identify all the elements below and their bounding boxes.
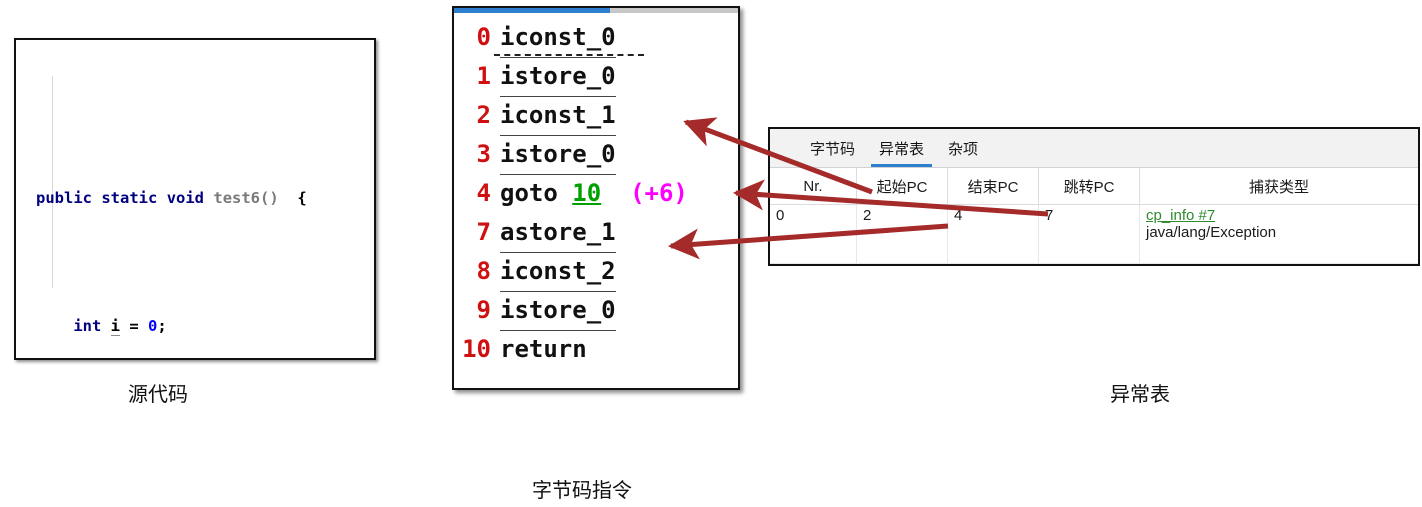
progress-bar	[454, 8, 738, 13]
bytecode-row[interactable]: 9 istore_0	[454, 291, 738, 331]
exception-table-panel: 字节码 异常表 杂项 Nr. 起始PC 结束PC 跳转PC 捕获类型 0 2 4	[768, 127, 1420, 266]
bytecode-pc: 3	[476, 140, 491, 168]
bytecode-opcode: iconst_2	[500, 252, 616, 292]
tab-bytecode[interactable]: 字节码	[798, 138, 867, 167]
bytecode-pc: 9	[476, 296, 491, 324]
column-header-catch-type[interactable]: 捕获类型	[1139, 168, 1418, 205]
dashed-underline-marker	[494, 54, 644, 56]
cell-end-pc: 4	[947, 204, 1039, 264]
bytecode-row[interactable]: 7 astore_1	[454, 213, 738, 253]
cell-handler-pc: 7	[1038, 204, 1140, 264]
source-code-text: public static void test6() { int i = 0; …	[16, 40, 374, 358]
bytecode-row[interactable]: 8 iconst_2	[454, 252, 738, 292]
bytecode-row[interactable]: 10 return	[454, 330, 738, 369]
table-row[interactable]: 0 2 4 7 cp_info #7 java/lang/Exception	[770, 204, 1418, 264]
keyword-int: int	[73, 317, 102, 335]
cell-catch-type: cp_info #7 java/lang/Exception	[1139, 204, 1418, 264]
bytecode-opcode: istore_0	[500, 135, 616, 175]
column-header-end-pc[interactable]: 结束PC	[947, 168, 1039, 205]
source-line-1: public static void test6() {	[16, 182, 374, 214]
operator-equals: =	[129, 317, 139, 335]
caption-exception-table: 异常表	[1110, 382, 1170, 406]
source-line-2: int i = 0;	[16, 310, 374, 342]
column-header-start-pc[interactable]: 起始PC	[856, 168, 948, 205]
bytecode-panel: 0 iconst_0 1 istore_0 2 iconst_1 3 istor…	[452, 6, 740, 390]
bytecode-row[interactable]: 3 istore_0	[454, 135, 738, 175]
literal-zero: 0	[148, 317, 158, 335]
bytecode-pc: 0	[476, 23, 491, 51]
brace-open: {	[297, 189, 307, 207]
bytecode-opcode: istore_0	[500, 57, 616, 97]
bytecode-opcode: istore_0	[500, 291, 616, 331]
keyword-public: public	[36, 189, 92, 207]
keyword-static: static	[101, 189, 158, 207]
cp-info-link[interactable]: cp_info #7	[1146, 207, 1412, 224]
bytecode-row[interactable]: 0 iconst_0	[454, 18, 738, 58]
keyword-void: void	[166, 189, 205, 207]
bytecode-jump-target[interactable]: 10	[572, 174, 601, 213]
semicolon: ;	[157, 317, 167, 335]
cell-start-pc: 2	[856, 204, 948, 264]
tab-misc[interactable]: 杂项	[936, 138, 990, 167]
tab-bar: 字节码 异常表 杂项	[770, 129, 1418, 168]
source-code-panel: public static void test6() { int i = 0; …	[14, 38, 376, 360]
bytecode-row[interactable]: 4 goto 10 (+6)	[454, 174, 738, 213]
bytecode-opcode: iconst_0	[500, 18, 616, 58]
tab-exception-table[interactable]: 异常表	[867, 138, 936, 167]
catch-type-value: java/lang/Exception	[1146, 224, 1277, 241]
caption-source-code: 源代码	[128, 382, 188, 406]
column-header-handler-pc[interactable]: 跳转PC	[1038, 168, 1140, 205]
bytecode-opcode: goto	[500, 179, 558, 207]
variable-i: i	[110, 317, 121, 336]
bytecode-instruction-list: 0 iconst_0 1 istore_0 2 iconst_1 3 istor…	[454, 8, 738, 369]
method-name: test6()	[213, 189, 279, 207]
bytecode-opcode: iconst_1	[500, 96, 616, 136]
bytecode-opcode: return	[500, 335, 587, 363]
exception-table: Nr. 起始PC 结束PC 跳转PC 捕获类型 0 2 4 7 cp_info …	[770, 168, 1418, 264]
bytecode-pc: 2	[476, 101, 491, 129]
table-header-row: Nr. 起始PC 结束PC 跳转PC 捕获类型	[770, 168, 1418, 205]
bytecode-pc: 8	[476, 257, 491, 285]
bytecode-pc: 10	[462, 335, 491, 363]
diagram-canvas: public static void test6() { int i = 0; …	[0, 0, 1422, 507]
cell-nr: 0	[770, 204, 857, 264]
bytecode-pc: 4	[476, 179, 491, 207]
bytecode-row[interactable]: 1 istore_0	[454, 57, 738, 97]
bytecode-jump-offset: (+6)	[630, 179, 688, 207]
column-header-nr[interactable]: Nr.	[770, 168, 857, 205]
bytecode-pc: 1	[476, 62, 491, 90]
caption-bytecode-instructions: 字节码指令	[532, 478, 632, 502]
progress-bar-fill	[454, 8, 611, 13]
bytecode-pc: 7	[476, 218, 491, 246]
bytecode-row[interactable]: 2 iconst_1	[454, 96, 738, 136]
bytecode-opcode: astore_1	[500, 213, 616, 253]
